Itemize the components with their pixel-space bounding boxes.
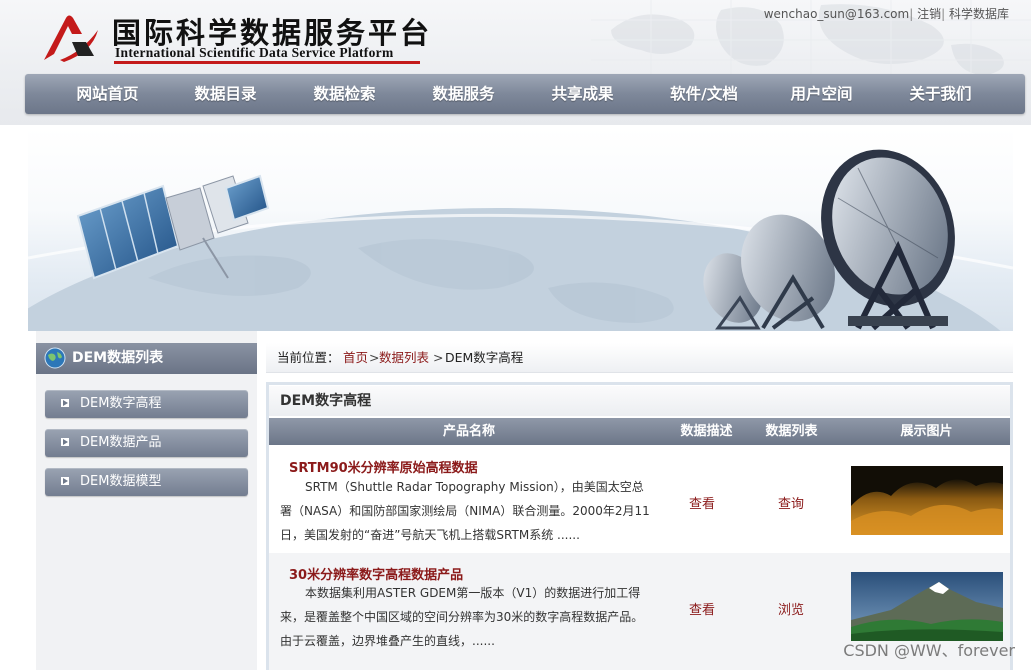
product-description: 本数据集利用ASTER GDEM第一版本（V1）的数据进行加工得来，是覆盖整个中… xyxy=(280,586,644,648)
sidebar-title-text: DEM数据列表 xyxy=(72,350,164,366)
product-thumbnail[interactable] xyxy=(851,572,1003,641)
nav-user-space[interactable]: 用户空间 xyxy=(764,74,879,114)
logout-link[interactable]: 注销 xyxy=(917,7,941,21)
panel-title: DEM数字高程 xyxy=(269,386,1010,416)
sidebar-item-dem-products[interactable]: DEM数据产品 xyxy=(45,429,248,457)
table-header: 产品名称 数据描述 数据列表 展示图片 xyxy=(269,418,1010,445)
header: 国际科学数据服务平台 International Scientific Data… xyxy=(0,0,1031,125)
globe-icon xyxy=(44,347,66,369)
nav-software-docs[interactable]: 软件/文档 xyxy=(645,74,763,114)
nav-catalog[interactable]: 数据目录 xyxy=(168,74,283,114)
user-bar: wenchao_sun@163.com| 注销| 科学数据库 xyxy=(764,5,1009,22)
view-description-link[interactable]: 查看 xyxy=(689,599,715,618)
banner-image xyxy=(28,128,1013,331)
logo-icon xyxy=(44,15,98,62)
column-header: 产品名称 xyxy=(442,424,495,439)
sidebar-item-dem-models[interactable]: DEM数据模型 xyxy=(45,468,248,496)
arrow-right-icon xyxy=(61,438,69,446)
sidebar xyxy=(36,331,257,670)
banner-illustration xyxy=(28,149,1013,331)
nav-about[interactable]: 关于我们 xyxy=(883,74,998,114)
sidebar-title: DEM数据列表 xyxy=(36,343,257,374)
breadcrumb: 当前位置： 首页 > 数据列表 > DEM数字高程 xyxy=(266,343,1013,373)
product-title-link[interactable]: SRTM90米分辨率原始高程数据 xyxy=(289,457,478,476)
logo-underline xyxy=(114,61,420,64)
breadcrumb-current: DEM数字高程 xyxy=(445,350,524,365)
column-header: 数据列表 xyxy=(765,424,818,439)
mountain-image xyxy=(851,572,1003,641)
main-nav: 网站首页 数据目录 数据检索 数据服务 共享成果 软件/文档 用户空间 关于我们 xyxy=(25,74,1025,114)
product-thumbnail[interactable] xyxy=(851,466,1003,535)
site-logo-subtitle: International Scientific Data Service Pl… xyxy=(115,45,394,60)
column-header: 数据描述 xyxy=(680,424,733,439)
breadcrumb-home-link[interactable]: 首页 xyxy=(343,343,368,372)
watermark: CSDN @WW、forever xyxy=(843,641,1015,660)
sidebar-item-dem-elevation[interactable]: DEM数字高程 xyxy=(45,390,248,418)
panel-title-text: DEM数字高程 xyxy=(280,393,372,409)
sidebar-item-label: DEM数据模型 xyxy=(80,474,162,489)
query-list-link[interactable]: 查询 xyxy=(778,493,804,512)
arrow-right-icon xyxy=(61,399,69,407)
sidebar-item-label: DEM数字高程 xyxy=(80,396,162,411)
separator: | xyxy=(909,7,914,21)
nav-home[interactable]: 网站首页 xyxy=(50,74,165,114)
nav-search[interactable]: 数据检索 xyxy=(287,74,402,114)
browse-list-link[interactable]: 浏览 xyxy=(778,599,804,618)
breadcrumb-arrow: > xyxy=(369,350,380,365)
breadcrumb-list-link[interactable]: 数据列表 xyxy=(379,343,429,372)
table-row: SRTM90米分辨率原始高程数据 SRTM（Shuttle Radar Topo… xyxy=(269,446,1010,553)
nav-services[interactable]: 数据服务 xyxy=(406,74,521,114)
science-database-link[interactable]: 科学数据库 xyxy=(949,7,1009,21)
column-header: 展示图片 xyxy=(900,424,953,439)
breadcrumb-arrow: > xyxy=(433,350,444,365)
nav-shared-results[interactable]: 共享成果 xyxy=(525,74,640,114)
user-email-link[interactable]: wenchao_sun@163.com xyxy=(764,7,910,21)
product-description: SRTM（Shuttle Radar Topography Mission），由… xyxy=(280,480,650,542)
view-description-link[interactable]: 查看 xyxy=(689,493,715,512)
separator: | xyxy=(941,7,946,21)
terrain-image xyxy=(851,466,1003,535)
arrow-right-icon xyxy=(61,477,69,485)
breadcrumb-label: 当前位置： xyxy=(277,350,340,365)
sidebar-item-label: DEM数据产品 xyxy=(80,435,162,450)
